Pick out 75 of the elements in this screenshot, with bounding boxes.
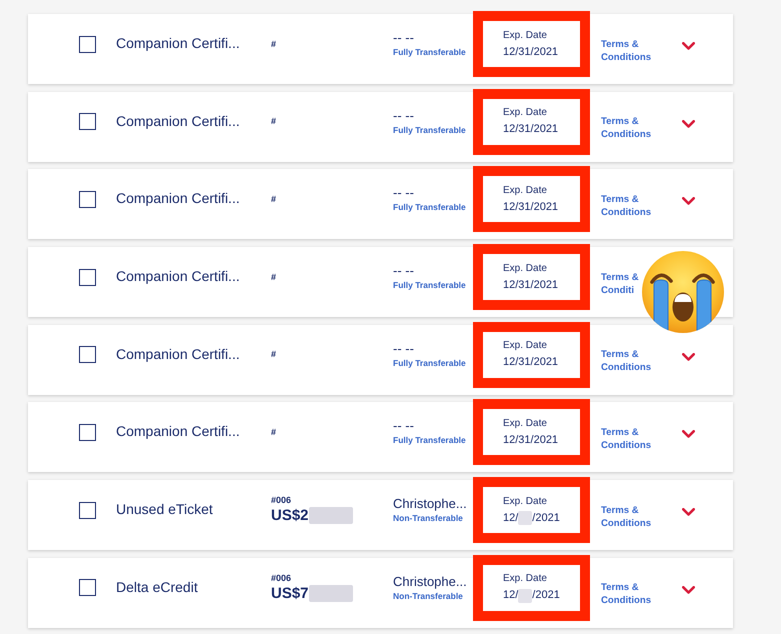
chevron-down-icon[interactable] (682, 352, 695, 361)
voucher-number: # (271, 116, 276, 128)
holder-name: -- -- (393, 340, 414, 357)
voucher-title: Companion Certifi... (116, 190, 240, 206)
voucher-amount: US$2 (271, 506, 309, 526)
transferability-label: Fully Transferable (393, 434, 466, 446)
holder-name: Christophe... (393, 496, 467, 512)
chevron-down-icon[interactable] (682, 430, 695, 438)
checkbox[interactable] (79, 190, 96, 208)
terms-link[interactable]: Terms & Conditi (601, 270, 639, 297)
voucher-title: Companion Certifi... (116, 112, 240, 129)
expiry-label: Exp. Date (503, 339, 547, 352)
expiry-date: 12/ (503, 510, 518, 526)
holder-name: Christophe... (393, 574, 467, 590)
transferability-label: Fully Transferable (393, 201, 466, 214)
voucher-number: # (271, 426, 276, 438)
voucher-title: Companion Certifi... (116, 346, 240, 362)
holder-name: -- -- (393, 108, 414, 124)
transferability-label: Fully Transferable (393, 279, 466, 292)
terms-link[interactable]: Terms & Conditions (601, 192, 652, 219)
checkbox[interactable] (79, 579, 96, 596)
terms-link[interactable]: Terms & Conditions (601, 38, 652, 64)
voucher-title: Delta eCredit (116, 578, 198, 595)
voucher-number: #006 (271, 572, 292, 584)
voucher-number: # (271, 272, 276, 283)
expiry-date: 12/31/2021 (503, 355, 558, 370)
transferability-label: Fully Transferable (393, 356, 466, 369)
chevron-down-icon[interactable] (682, 120, 695, 128)
holder-name: -- -- (393, 263, 414, 280)
expiry-label: Exp. Date (503, 494, 547, 508)
expiry-label: Exp. Date (503, 416, 547, 430)
voucher-title: Unused eTicket (116, 501, 213, 518)
checkbox[interactable] (79, 346, 96, 364)
terms-link[interactable]: Terms & Conditions (601, 504, 652, 530)
terms-link[interactable]: Terms & Conditions (601, 115, 652, 142)
expiry-label: Exp. Date (503, 106, 547, 120)
holder-name: -- -- (393, 185, 414, 202)
transferability-label: Fully Transferable (393, 46, 466, 58)
voucher-number: # (271, 349, 276, 360)
expiry-date: /2021 (532, 510, 560, 526)
expiry-label: Exp. Date (503, 572, 547, 586)
expiry-date: 12/31/2021 (503, 278, 558, 293)
voucher-title: Companion Certifi... (116, 423, 240, 440)
voucher-number: # (271, 194, 276, 205)
voucher-amount: US$7 (271, 584, 309, 603)
checkbox[interactable] (79, 36, 96, 52)
expiry-date: 12/31/2021 (503, 200, 558, 215)
expiry-date: /2021 (532, 588, 560, 604)
expiry-label: Exp. Date (503, 184, 547, 197)
expiry-date: 12/31/2021 (503, 122, 558, 138)
voucher-number: # (271, 38, 276, 50)
transferability-label: Non-Transferable (393, 590, 463, 602)
holder-name: -- -- (393, 418, 414, 434)
terms-link[interactable]: Terms & Conditions (601, 581, 652, 608)
voucher-title: Companion Certifi... (116, 35, 240, 51)
transferability-label: Non-Transferable (393, 512, 463, 524)
chevron-down-icon[interactable] (682, 586, 695, 594)
checkbox[interactable] (79, 268, 96, 286)
chevron-down-icon[interactable] (682, 508, 695, 516)
voucher-title: Companion Certifi... (116, 268, 240, 284)
chevron-down-icon[interactable] (682, 42, 695, 50)
chevron-down-icon[interactable] (682, 197, 695, 206)
expiry-date: 12/31/2021 (503, 44, 558, 60)
holder-name: -- -- (393, 30, 414, 46)
terms-link[interactable]: Terms & Conditions (601, 348, 652, 374)
expiry-date: 12/31/2021 (503, 432, 558, 448)
checkbox[interactable] (79, 113, 96, 130)
expiry-label: Exp. Date (503, 28, 547, 42)
checkbox[interactable] (79, 502, 96, 519)
voucher-number: #006 (271, 495, 292, 506)
expiry-label: Exp. Date (503, 262, 547, 275)
terms-link[interactable]: Terms & Conditions (601, 426, 652, 452)
expiry-date: 12/ (503, 588, 518, 604)
transferability-label: Fully Transferable (393, 124, 466, 136)
checkbox[interactable] (79, 424, 96, 441)
